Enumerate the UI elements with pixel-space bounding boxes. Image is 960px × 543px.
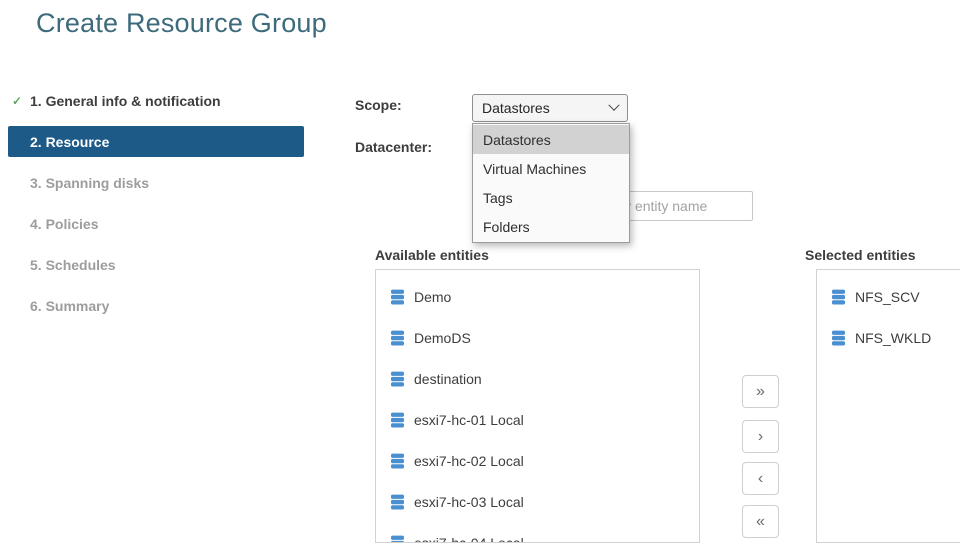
datastore-icon	[831, 289, 846, 305]
entity-name: esxi7-hc-03 Local	[414, 494, 524, 510]
selected-entities-label: Selected entities	[805, 247, 916, 263]
selected-entities-list: NFS_SCV NFS_WKLD	[816, 269, 960, 543]
entity-list-item[interactable]: esxi7-hc-01 Local	[376, 399, 699, 440]
move-all-left-button[interactable]: «	[742, 505, 779, 538]
entity-name: Demo	[414, 289, 451, 305]
datastore-icon	[831, 330, 846, 346]
available-entities-label: Available entities	[375, 247, 489, 263]
entity-list-item[interactable]: Demo	[376, 276, 699, 317]
wizard-step[interactable]: 1. General info & notification	[0, 80, 306, 121]
entity-name: DemoDS	[414, 330, 471, 346]
datastore-icon	[390, 494, 405, 510]
entity-list-item[interactable]: NFS_SCV	[817, 276, 960, 317]
wizard-step-label: 3. Spanning disks	[30, 175, 149, 191]
datastore-icon	[390, 289, 405, 305]
move-all-right-button[interactable]: »	[742, 375, 779, 408]
scope-option[interactable]: Datastores	[473, 125, 629, 154]
entity-name: destination	[414, 371, 482, 387]
wizard-step-label: 6. Summary	[30, 298, 109, 314]
datastore-icon	[390, 535, 405, 543]
scope-option[interactable]: Tags	[473, 183, 629, 212]
scope-option[interactable]: Virtual Machines	[473, 154, 629, 183]
entity-list-item[interactable]: DemoDS	[376, 317, 699, 358]
chevron-down-icon	[608, 100, 619, 111]
entity-list-item[interactable]: esxi7-hc-02 Local	[376, 440, 699, 481]
wizard-step[interactable]: 3. Spanning disks	[0, 162, 306, 203]
entity-name: NFS_SCV	[855, 289, 920, 305]
datastore-icon	[390, 412, 405, 428]
wizard-step-label: 4. Policies	[30, 216, 98, 232]
entity-list-item[interactable]: NFS_WKLD	[817, 317, 960, 358]
scope-label: Scope:	[355, 97, 402, 113]
entity-name: esxi7-hc-01 Local	[414, 412, 524, 428]
wizard-step[interactable]: 2. Resource	[8, 126, 304, 157]
wizard-steps: 1. General info & notification 2. Resour…	[0, 80, 306, 326]
entity-name: esxi7-hc-02 Local	[414, 453, 524, 469]
wizard-step[interactable]: 6. Summary	[0, 285, 306, 326]
scope-dropdown-menu: Datastores Virtual Machines Tags Folders	[472, 123, 630, 243]
wizard-step-label: 1. General info & notification	[30, 93, 221, 109]
datastore-icon	[390, 453, 405, 469]
scope-select-value: Datastores	[482, 100, 550, 116]
wizard-step[interactable]: 4. Policies	[0, 203, 306, 244]
entity-list-item[interactable]: esxi7-hc-04 Local	[376, 522, 699, 543]
move-right-button[interactable]: ›	[742, 420, 779, 453]
entity-name: esxi7-hc-04 Local	[414, 535, 524, 543]
scope-select[interactable]: Datastores	[472, 94, 628, 122]
datastore-icon	[390, 371, 405, 387]
entity-name: NFS_WKLD	[855, 330, 931, 346]
scope-option[interactable]: Folders	[473, 212, 629, 241]
entity-list-item[interactable]: esxi7-hc-03 Local	[376, 481, 699, 522]
page-title: Create Resource Group	[36, 8, 327, 39]
entity-list-item[interactable]: destination	[376, 358, 699, 399]
datacenter-label: Datacenter:	[355, 139, 432, 155]
wizard-step-label: 5. Schedules	[30, 257, 116, 273]
available-entities-list: Demo DemoDS destination	[375, 269, 700, 543]
wizard-step-label: 2. Resource	[30, 134, 109, 150]
datastore-icon	[390, 330, 405, 346]
check-icon	[12, 94, 22, 108]
wizard-step[interactable]: 5. Schedules	[0, 244, 306, 285]
move-left-button[interactable]: ‹	[742, 462, 779, 495]
